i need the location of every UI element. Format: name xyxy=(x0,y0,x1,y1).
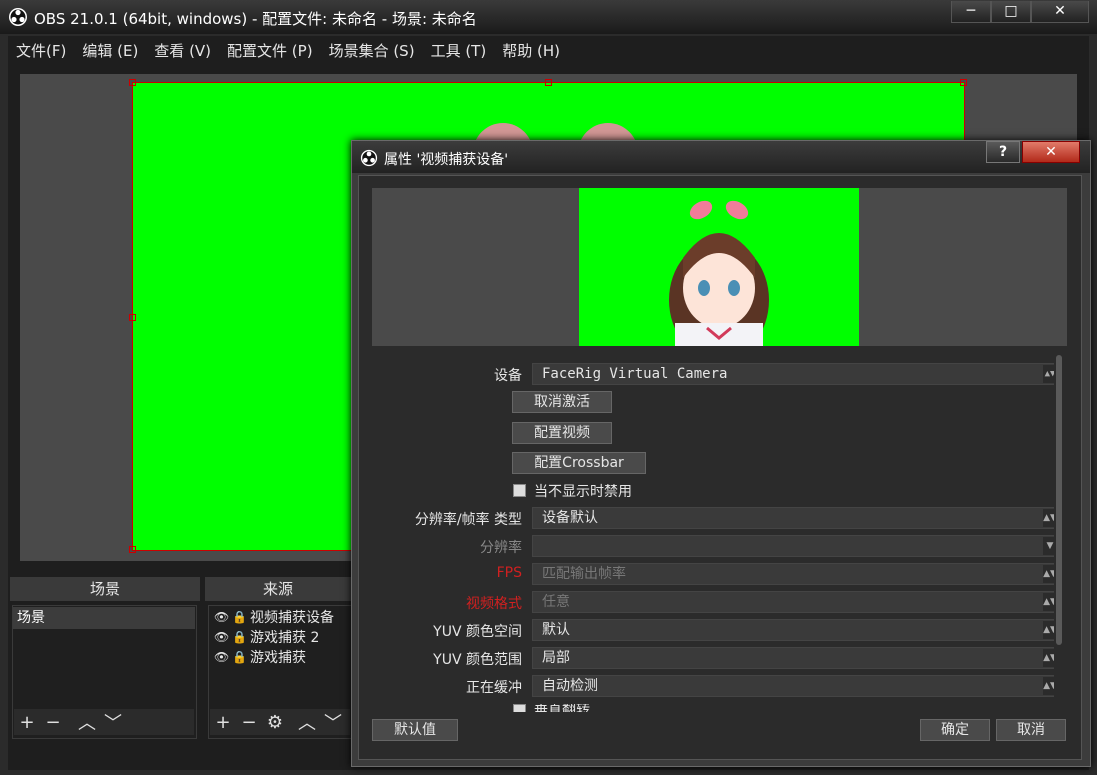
transform-handle[interactable] xyxy=(129,79,136,86)
source-item[interactable]: 👁 🔒 游戏捕获 2 xyxy=(214,627,319,647)
menu-edit[interactable]: 编辑 (E) xyxy=(74,40,146,61)
yuv-range-value: 局部 xyxy=(542,650,570,666)
buffering-combo[interactable]: 自动检测 ▲▼ xyxy=(532,675,1062,697)
menu-bar: 文件(F) 编辑 (E) 查看 (V) 配置文件 (P) 场景集合 (S) 工具… xyxy=(8,36,1089,64)
scene-item[interactable]: 场景 xyxy=(13,607,195,629)
resolution-label: 分辨率 xyxy=(480,540,522,556)
source-item[interactable]: 👁 🔒 视频捕获设备 xyxy=(214,607,334,627)
window-title: OBS 21.0.1 (64bit, windows) - 配置文件: 未命名 … xyxy=(34,10,477,28)
buffering-value: 自动检测 xyxy=(542,678,598,694)
res-type-label: 分辨率/帧率 类型 xyxy=(414,512,522,528)
yuv-range-label: YUV 颜色范围 xyxy=(433,652,522,668)
fps-combo[interactable]: 匹配输出帧率 ▲▼ xyxy=(532,563,1062,585)
gear-icon[interactable]: ⚙ xyxy=(262,712,288,733)
yuv-space-label: YUV 颜色空间 xyxy=(433,624,522,640)
res-type-value: 设备默认 xyxy=(542,510,598,526)
menu-view[interactable]: 查看 (V) xyxy=(146,40,219,61)
minimize-button[interactable]: ─ xyxy=(951,1,991,23)
transform-handle[interactable] xyxy=(960,79,967,86)
remove-scene-icon[interactable]: − xyxy=(40,712,66,733)
device-value: FaceRig Virtual Camera xyxy=(542,366,728,382)
remove-source-icon[interactable]: − xyxy=(236,712,262,733)
yuv-space-combo[interactable]: 默认 ▲▼ xyxy=(532,619,1062,641)
res-type-combo[interactable]: 设备默认 ▲▼ xyxy=(532,507,1062,529)
flip-row-clipped: 垂直翻转 xyxy=(512,704,812,712)
disable-hidden-checkbox[interactable] xyxy=(513,484,526,497)
device-combo[interactable]: FaceRig Virtual Camera ▲▼ xyxy=(532,363,1062,385)
flip-label: 垂直翻转 xyxy=(534,704,590,712)
video-format-value: 任意 xyxy=(542,594,570,610)
dialog-close-button[interactable]: ✕ xyxy=(1022,141,1080,163)
fps-value: 匹配输出帧率 xyxy=(542,566,626,582)
transform-handle[interactable] xyxy=(545,79,552,86)
deactivate-button[interactable]: 取消激活 xyxy=(512,391,612,413)
fps-label: FPS xyxy=(496,565,522,581)
source-label: 游戏捕获 2 xyxy=(250,630,320,646)
source-item[interactable]: 👁 🔒 游戏捕获 xyxy=(214,647,306,667)
dialog-titlebar: 属性 '视频捕获设备' ? ✕ xyxy=(352,141,1090,173)
configure-crossbar-button[interactable]: 配置Crossbar xyxy=(512,452,646,474)
resolution-combo[interactable]: ▼ xyxy=(532,535,1062,557)
transform-handle[interactable] xyxy=(129,314,136,321)
main-titlebar: OBS 21.0.1 (64bit, windows) - 配置文件: 未命名 … xyxy=(0,0,1097,34)
scenes-dock-header: 场景 xyxy=(10,577,200,601)
menu-scene-collection[interactable]: 场景集合 (S) xyxy=(321,40,423,61)
cancel-button[interactable]: 取消 xyxy=(996,719,1066,741)
video-format-combo[interactable]: 任意 ▲▼ xyxy=(532,591,1062,613)
menu-tools[interactable]: 工具 (T) xyxy=(423,40,495,61)
obs-logo-icon xyxy=(360,149,378,167)
defaults-button[interactable]: 默认值 xyxy=(372,719,458,741)
lock-icon[interactable]: 🔒 xyxy=(232,630,250,644)
transform-handle[interactable] xyxy=(129,546,136,553)
source-label: 视频捕获设备 xyxy=(250,610,334,626)
add-source-icon[interactable]: + xyxy=(210,712,236,733)
scrollbar-thumb[interactable] xyxy=(1056,355,1062,645)
source-preview-image xyxy=(579,188,859,346)
menu-profile[interactable]: 配置文件 (P) xyxy=(219,40,321,61)
video-format-label: 视频格式 xyxy=(466,596,522,612)
ok-button[interactable]: 确定 xyxy=(920,719,990,741)
move-down-icon[interactable]: ﹀ xyxy=(100,709,126,735)
scenes-toolbar: + − ︿ ﹀ xyxy=(14,709,194,735)
help-button[interactable]: ? xyxy=(986,141,1020,163)
device-label: 设备 xyxy=(494,368,522,384)
sources-dock-header: 来源 xyxy=(205,577,351,601)
obs-logo-icon xyxy=(9,8,27,26)
move-down-icon[interactable]: ﹀ xyxy=(320,709,346,735)
flip-checkbox[interactable] xyxy=(513,704,526,712)
configure-video-button[interactable]: 配置视频 xyxy=(512,422,612,444)
buffering-label: 正在缓冲 xyxy=(466,680,522,696)
eye-icon[interactable]: 👁 xyxy=(214,650,232,664)
disable-hidden-label: 当不显示时禁用 xyxy=(534,484,632,500)
add-scene-icon[interactable]: + xyxy=(14,712,40,733)
dialog-title: 属性 '视频捕获设备' xyxy=(384,152,509,168)
move-up-icon[interactable]: ︿ xyxy=(294,709,320,735)
move-up-icon[interactable]: ︿ xyxy=(74,709,100,735)
source-label: 游戏捕获 xyxy=(250,650,306,666)
yuv-space-value: 默认 xyxy=(542,622,570,638)
eye-icon[interactable]: 👁 xyxy=(214,610,232,624)
lock-icon[interactable]: 🔒 xyxy=(232,610,250,624)
yuv-range-combo[interactable]: 局部 ▲▼ xyxy=(532,647,1062,669)
eye-icon[interactable]: 👁 xyxy=(214,630,232,644)
sources-toolbar: + − ⚙ ︿ ﹀ xyxy=(210,709,350,735)
menu-help[interactable]: 帮助 (H) xyxy=(494,40,568,61)
maximize-button[interactable]: □ xyxy=(991,1,1031,23)
properties-dialog: 属性 '视频捕获设备' ? ✕ 设备 FaceRig Virtual Camer… xyxy=(351,140,1091,767)
close-button[interactable]: ✕ xyxy=(1031,1,1089,23)
lock-icon[interactable]: 🔒 xyxy=(232,650,250,664)
menu-file[interactable]: 文件(F) xyxy=(8,40,74,61)
